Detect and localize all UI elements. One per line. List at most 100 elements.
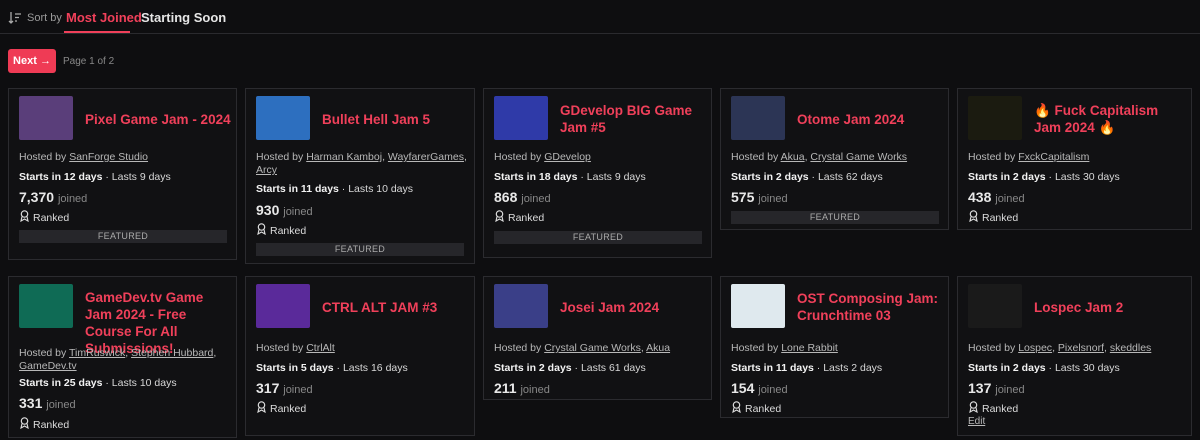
featured-badge: FEATURED bbox=[494, 231, 702, 244]
ranked-ribbon-icon bbox=[968, 401, 979, 416]
ranked-label: Ranked bbox=[494, 210, 544, 225]
jam-card[interactable]: Pixel Game Jam - 2024 Hosted by SanForge … bbox=[8, 88, 237, 260]
ranked-label: Ranked bbox=[731, 401, 781, 416]
active-sort-indicator bbox=[64, 31, 130, 33]
ranked-ribbon-icon bbox=[256, 401, 267, 416]
jam-card[interactable]: GameDev.tv Game Jam 2024 - Free Course F… bbox=[8, 276, 237, 438]
ranked-label: Ranked bbox=[256, 401, 306, 416]
host-link[interactable]: Crystal Game Works bbox=[544, 342, 641, 354]
host-link[interactable]: Lospec bbox=[1018, 342, 1052, 354]
joined-count: 137 joined bbox=[968, 380, 1025, 396]
featured-badge: FEATURED bbox=[19, 230, 227, 243]
jam-thumbnail[interactable] bbox=[19, 284, 73, 328]
jam-timing: Starts in 18 days · Lasts 9 days bbox=[494, 171, 646, 183]
jam-title-link[interactable]: Bullet Hell Jam 5 bbox=[322, 111, 470, 128]
jam-title-link[interactable]: CTRL ALT JAM #3 bbox=[322, 299, 470, 316]
jam-hosts: Hosted by FxckCapitalism bbox=[968, 151, 1090, 163]
ranked-ribbon-icon bbox=[494, 210, 505, 225]
jam-title-link[interactable]: GDevelop BIG Game Jam #5 bbox=[560, 102, 708, 136]
host-link[interactable]: Stephen Hubbard bbox=[131, 347, 213, 359]
sort-starting-soon[interactable]: Starting Soon bbox=[141, 10, 226, 25]
joined-count: 7,370 joined bbox=[19, 189, 88, 205]
host-link[interactable]: Arcy bbox=[256, 164, 277, 176]
jam-card[interactable]: Bullet Hell Jam 5 Hosted by Harman Kamboj… bbox=[245, 88, 475, 264]
page-info: Page 1 of 2 bbox=[63, 56, 115, 67]
jam-title-link[interactable]: Josei Jam 2024 bbox=[560, 299, 708, 316]
jam-hosts: Hosted by Harman Kamboj, WayfarerGames, … bbox=[256, 151, 467, 176]
jam-timing: Starts in 5 days · Lasts 16 days bbox=[256, 362, 408, 374]
joined-count: 154 joined bbox=[731, 380, 788, 396]
ranked-label: Ranked bbox=[19, 417, 69, 432]
host-link[interactable]: Pixelsnorf bbox=[1058, 342, 1104, 354]
jam-title-link[interactable]: Pixel Game Jam - 2024 bbox=[85, 111, 233, 128]
jam-card[interactable]: Otome Jam 2024 Hosted by Akua, Crystal Ga… bbox=[720, 88, 949, 230]
host-link[interactable]: CtrlAlt bbox=[306, 342, 335, 354]
jam-hosts: Hosted by Crystal Game Works, Akua bbox=[494, 342, 671, 354]
joined-count: 211 joined bbox=[494, 380, 550, 396]
joined-count: 317 joined bbox=[256, 380, 313, 396]
jam-timing: Starts in 2 days · Lasts 62 days bbox=[731, 171, 883, 183]
jam-thumbnail[interactable] bbox=[256, 96, 310, 140]
jam-title-link[interactable]: 🔥 Fuck Capitalism Jam 2024 🔥 bbox=[1034, 102, 1182, 136]
next-page-button[interactable]: Next → bbox=[8, 49, 56, 73]
jam-card[interactable]: 🔥 Fuck Capitalism Jam 2024 🔥 Hosted by Fx… bbox=[957, 88, 1192, 230]
host-link[interactable]: FxckCapitalism bbox=[1018, 151, 1089, 163]
host-link[interactable]: GDevelop bbox=[544, 151, 591, 163]
host-link[interactable]: WayfarerGames bbox=[388, 151, 464, 163]
jam-thumbnail[interactable] bbox=[494, 96, 548, 140]
jam-card[interactable]: Lospec Jam 2 Hosted by Lospec, Pixelsnorf… bbox=[957, 276, 1192, 436]
jam-thumbnail[interactable] bbox=[731, 96, 785, 140]
host-link[interactable]: SanForge Studio bbox=[69, 151, 148, 163]
ranked-label: Ranked bbox=[968, 401, 1018, 416]
host-link[interactable]: Akua bbox=[646, 342, 670, 354]
ranked-ribbon-icon bbox=[731, 401, 742, 416]
jam-hosts: Hosted by Lone Rabbit bbox=[731, 342, 838, 354]
jam-hosts: Hosted by TimRuswick, Stephen Hubbard, G… bbox=[19, 347, 217, 372]
jam-card[interactable]: CTRL ALT JAM #3 Hosted by CtrlAlt Starts i… bbox=[245, 276, 475, 436]
jam-card[interactable]: Josei Jam 2024 Hosted by Crystal Game Wor… bbox=[483, 276, 712, 400]
ranked-label: Ranked bbox=[968, 210, 1018, 225]
ranked-ribbon-icon bbox=[19, 417, 30, 432]
jam-timing: Starts in 11 days · Lasts 2 days bbox=[731, 362, 883, 374]
jam-thumbnail[interactable] bbox=[731, 284, 785, 328]
joined-count: 930 joined bbox=[256, 202, 313, 218]
edit-link[interactable]: Edit bbox=[968, 416, 985, 427]
jam-hosts: Hosted by SanForge Studio bbox=[19, 151, 149, 163]
jam-hosts: Hosted by Lospec, Pixelsnorf, skeddles bbox=[968, 342, 1152, 354]
host-link[interactable]: TimRuswick bbox=[69, 347, 125, 359]
ranked-ribbon-icon bbox=[968, 210, 979, 225]
host-link[interactable]: Harman Kamboj bbox=[306, 151, 382, 163]
jam-thumbnail[interactable] bbox=[968, 96, 1022, 140]
jam-thumbnail[interactable] bbox=[19, 96, 73, 140]
jam-thumbnail[interactable] bbox=[256, 284, 310, 328]
host-link[interactable]: Crystal Game Works bbox=[810, 151, 907, 163]
jam-thumbnail[interactable] bbox=[968, 284, 1022, 328]
jam-thumbnail[interactable] bbox=[494, 284, 548, 328]
sort-by-label: Sort by bbox=[27, 12, 62, 24]
ranked-ribbon-icon bbox=[256, 223, 267, 238]
host-link[interactable]: Akua bbox=[781, 151, 805, 163]
host-link[interactable]: skeddles bbox=[1110, 342, 1151, 354]
jam-card[interactable]: OST Composing Jam: Crunchtime 03 Hosted b… bbox=[720, 276, 949, 418]
jam-timing: Starts in 25 days · Lasts 10 days bbox=[19, 377, 177, 389]
jam-hosts: Hosted by CtrlAlt bbox=[256, 342, 335, 354]
featured-badge: FEATURED bbox=[256, 243, 464, 256]
jam-card[interactable]: GDevelop BIG Game Jam #5 Hosted by GDevel… bbox=[483, 88, 712, 258]
jam-title-link[interactable]: OST Composing Jam: Crunchtime 03 bbox=[797, 290, 945, 324]
featured-badge: FEATURED bbox=[731, 211, 939, 224]
sort-most-joined[interactable]: Most Joined bbox=[66, 10, 142, 25]
sort-bar: Sort by Most Joined Starting Soon bbox=[0, 0, 1200, 34]
jam-hosts: Hosted by Akua, Crystal Game Works bbox=[731, 151, 908, 163]
host-link[interactable]: Lone Rabbit bbox=[781, 342, 838, 354]
jam-title-link[interactable]: Lospec Jam 2 bbox=[1034, 299, 1182, 316]
jam-timing: Starts in 2 days · Lasts 30 days bbox=[968, 171, 1120, 183]
joined-count: 331 joined bbox=[19, 395, 76, 411]
host-link[interactable]: GameDev.tv bbox=[19, 360, 77, 372]
ranked-ribbon-icon bbox=[19, 210, 30, 225]
jam-title-link[interactable]: Otome Jam 2024 bbox=[797, 111, 945, 128]
jam-timing: Starts in 12 days · Lasts 9 days bbox=[19, 171, 171, 183]
jam-timing: Starts in 2 days · Lasts 30 days bbox=[968, 362, 1120, 374]
jam-hosts: Hosted by GDevelop bbox=[494, 151, 591, 163]
ranked-label: Ranked bbox=[19, 210, 69, 225]
joined-count: 438 joined bbox=[968, 189, 1025, 205]
